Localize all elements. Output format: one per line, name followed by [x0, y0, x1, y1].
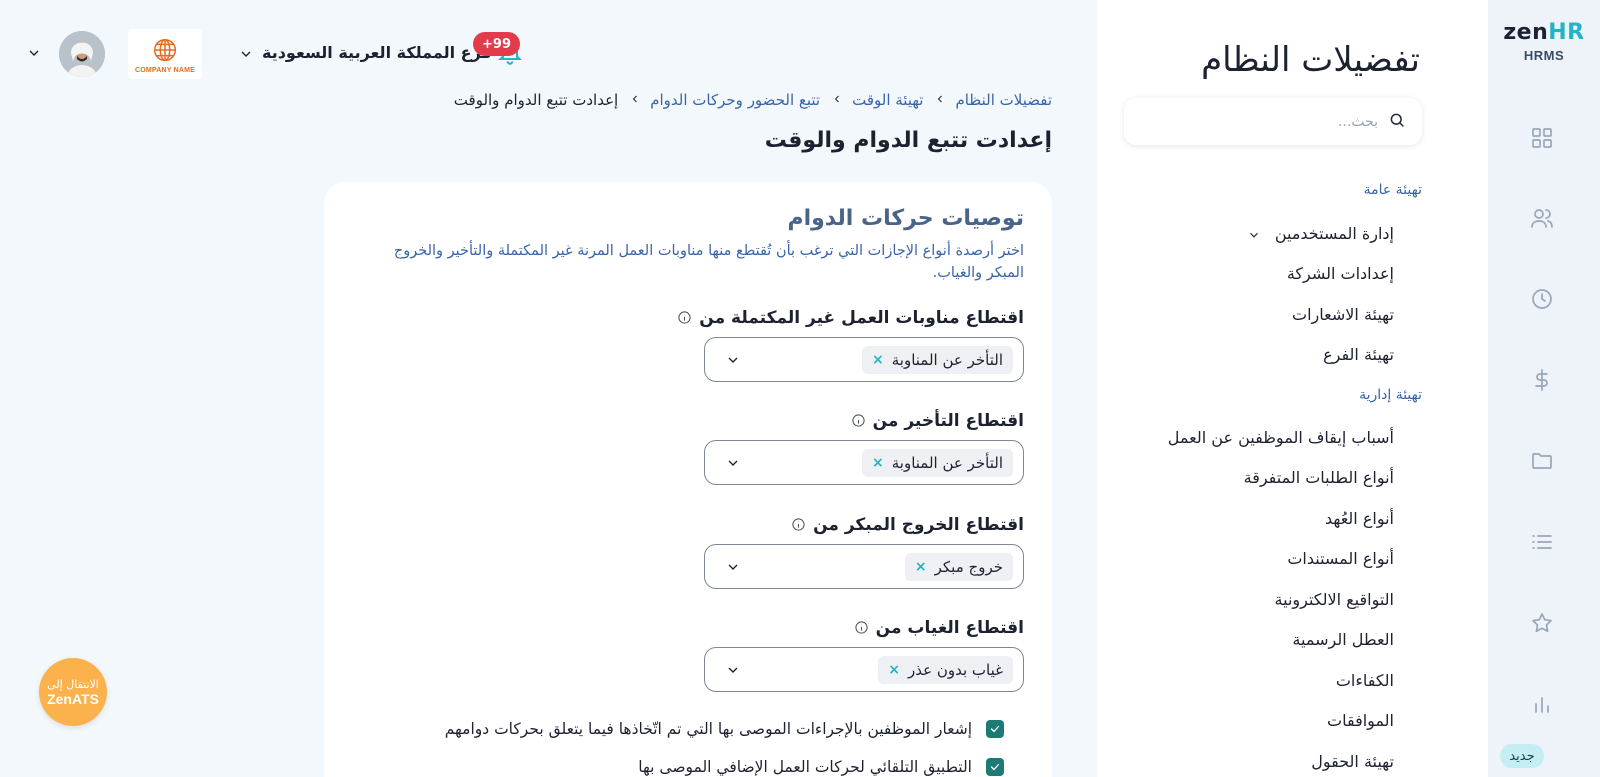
field-label-text: اقتطاع الغياب من	[875, 618, 1024, 638]
chevron-down-icon	[725, 662, 741, 678]
chevron-left-icon	[932, 93, 946, 107]
dollar-icon[interactable]	[1528, 366, 1556, 394]
nav-misc-request-types[interactable]: أنواع الطلبات المتفرقة	[1244, 468, 1394, 487]
list-icon[interactable]	[1528, 528, 1556, 556]
star-icon[interactable]	[1528, 609, 1556, 637]
field-label-incomplete-shifts: اقتطاع مناوبات العمل غير المكتملة من	[676, 308, 1024, 328]
info-icon[interactable]	[850, 413, 866, 429]
zenats-switch-button[interactable]: الانتقال إلى ZenATS	[39, 658, 107, 726]
info-icon[interactable]	[853, 620, 869, 636]
breadcrumb-current: إعدادت تتبع الدوام والوقت	[453, 91, 619, 109]
chip-label: التأخر عن المناوبة	[891, 351, 1003, 369]
globe-icon	[153, 38, 177, 61]
nav-item-label: إدارة المستخدمين	[1274, 224, 1394, 243]
selected-chip: التأخر عن المناوبة ×	[862, 449, 1013, 477]
field-label-text: اقتطاع الخروج المبكر من	[813, 515, 1024, 535]
chevron-left-icon	[829, 93, 843, 107]
lateness-select[interactable]: التأخر عن المناوبة ×	[704, 440, 1024, 485]
field-label-text: اقتطاع مناوبات العمل غير المكتملة من	[699, 308, 1024, 328]
card-title: توصيات حركات الدوام	[787, 206, 1024, 231]
field-label-absence: اقتطاع الغياب من	[853, 618, 1024, 638]
checkbox-label: التطبيق التلقائي لحركات العمل الإضافي ال…	[638, 758, 972, 776]
company-name: COMPANY NAME	[134, 66, 196, 74]
clock-icon[interactable]	[1528, 285, 1556, 313]
page-title: إعدادت تتبع الدوام والوقت	[764, 128, 1052, 153]
notify-employees-option: إشعار الموظفين بالإجراءات الموصى بها الت…	[445, 720, 1004, 738]
early-leave-select[interactable]: خروج مبكر ×	[704, 544, 1024, 589]
logo-wordmark: zenHR	[1503, 20, 1585, 45]
user-avatar[interactable]	[59, 31, 105, 77]
zenats-line1: الانتقال إلى	[47, 677, 99, 691]
remove-chip-icon[interactable]: ×	[915, 559, 927, 575]
nav-approvals[interactable]: الموافقات	[1327, 711, 1394, 730]
nav-branch-config[interactable]: تهيئة الفرع	[1323, 345, 1394, 364]
checkbox-label: إشعار الموظفين بالإجراءات الموصى بها الت…	[444, 720, 972, 738]
chip-label: خروج مبكر	[934, 558, 1003, 576]
nav-competencies[interactable]: الكفاءات	[1336, 671, 1394, 690]
breadcrumb: تفضيلات النظام تهيئة الوقت تتبع الحضور و…	[454, 91, 1052, 109]
chevron-down-icon	[725, 559, 741, 575]
nav-public-holidays[interactable]: العطل الرسمية	[1292, 630, 1394, 649]
prefs-search[interactable]	[1124, 98, 1422, 145]
company-logo[interactable]: COMPANY NAME	[128, 29, 202, 79]
remove-chip-icon[interactable]: ×	[888, 662, 900, 678]
section-general-config: تهيئة عامة	[1363, 182, 1422, 198]
nav-notifications-config[interactable]: تهيئة الاشعارات	[1292, 305, 1394, 324]
zenats-line2: ZenATS	[47, 690, 99, 707]
users-icon[interactable]	[1528, 204, 1556, 232]
breadcrumb-item[interactable]: تفضيلات النظام	[955, 91, 1052, 109]
absence-select[interactable]: غياب بدون عذر ×	[704, 647, 1024, 692]
nav-user-management[interactable]: إدارة المستخدمين	[1247, 224, 1394, 243]
field-label-early-leave: اقتطاع الخروج المبكر من	[790, 515, 1024, 535]
selected-chip: غياب بدون عذر ×	[878, 656, 1013, 684]
settings-card: توصيات حركات الدوام اختر أرصدة أنواع الإ…	[324, 182, 1052, 777]
nav-fields-config[interactable]: تهيئة الحقول	[1311, 752, 1394, 771]
info-icon[interactable]	[676, 310, 692, 326]
nav-custody-types[interactable]: أنواع العُهد	[1325, 509, 1394, 528]
icon-rail: zenHR HRMS جديد	[1488, 0, 1600, 777]
field-label-text: اقتطاع التأخير من	[872, 411, 1024, 431]
selected-chip: خروج مبكر ×	[904, 553, 1013, 581]
section-admin-config: تهيئة إدارية	[1359, 387, 1422, 403]
branch-selector[interactable]: فرع المملكة العربية السعودية	[262, 43, 492, 62]
branch-chevron-down-icon[interactable]	[238, 46, 254, 62]
auto-apply-overtime-checkbox[interactable]	[986, 758, 1004, 776]
search-icon	[1388, 111, 1406, 133]
nav-document-types[interactable]: أنواع المستندات	[1287, 549, 1394, 568]
zenhr-logo[interactable]: zenHR HRMS	[1488, 20, 1600, 63]
dashboard-grid-icon[interactable]	[1528, 124, 1556, 152]
nav-employee-suspension-reasons[interactable]: أسباب إيقاف الموظفين عن العمل	[1168, 428, 1394, 447]
folder-icon[interactable]	[1528, 447, 1556, 475]
selected-chip: التأخر عن المناوبة ×	[862, 346, 1013, 374]
chip-label: التأخر عن المناوبة	[891, 454, 1003, 472]
user-menu-chevron-icon[interactable]	[26, 45, 42, 61]
nav-company-settings[interactable]: إعدادات الشركة	[1287, 264, 1394, 283]
search-input[interactable]	[1158, 113, 1378, 130]
new-badge[interactable]: جديد	[1500, 744, 1544, 768]
system-preferences-panel: تفضيلات النظام تهيئة عامة إدارة المستخدم…	[1097, 0, 1488, 777]
nav-e-signatures[interactable]: التواقيع الالكترونية	[1275, 590, 1394, 609]
info-icon[interactable]	[790, 517, 806, 533]
reports-chart-icon[interactable]	[1528, 690, 1556, 718]
remove-chip-icon[interactable]: ×	[872, 352, 884, 368]
auto-apply-overtime-option: التطبيق التلقائي لحركات العمل الإضافي ال…	[638, 758, 1004, 776]
incomplete-shifts-select[interactable]: التأخر عن المناوبة ×	[704, 337, 1024, 382]
notify-employees-checkbox[interactable]	[986, 720, 1004, 738]
chevron-down-icon	[725, 352, 741, 368]
logo-product: HRMS	[1523, 48, 1565, 63]
breadcrumb-item[interactable]: تهيئة الوقت	[852, 91, 923, 109]
chevron-left-icon	[627, 93, 641, 107]
chip-label: غياب بدون عذر	[908, 661, 1003, 679]
breadcrumb-item[interactable]: تتبع الحضور وحركات الدوام	[650, 91, 820, 109]
prefs-title: تفضيلات النظام	[1201, 40, 1420, 80]
card-description: اختر أرصدة أنواع الإجازات التي ترغب بأن …	[393, 243, 1024, 281]
field-label-lateness: اقتطاع التأخير من	[850, 411, 1024, 431]
remove-chip-icon[interactable]: ×	[872, 455, 884, 471]
notifications-count-badge[interactable]: +99	[473, 32, 520, 56]
chevron-down-icon[interactable]	[1247, 227, 1261, 241]
chevron-down-icon	[725, 455, 741, 471]
